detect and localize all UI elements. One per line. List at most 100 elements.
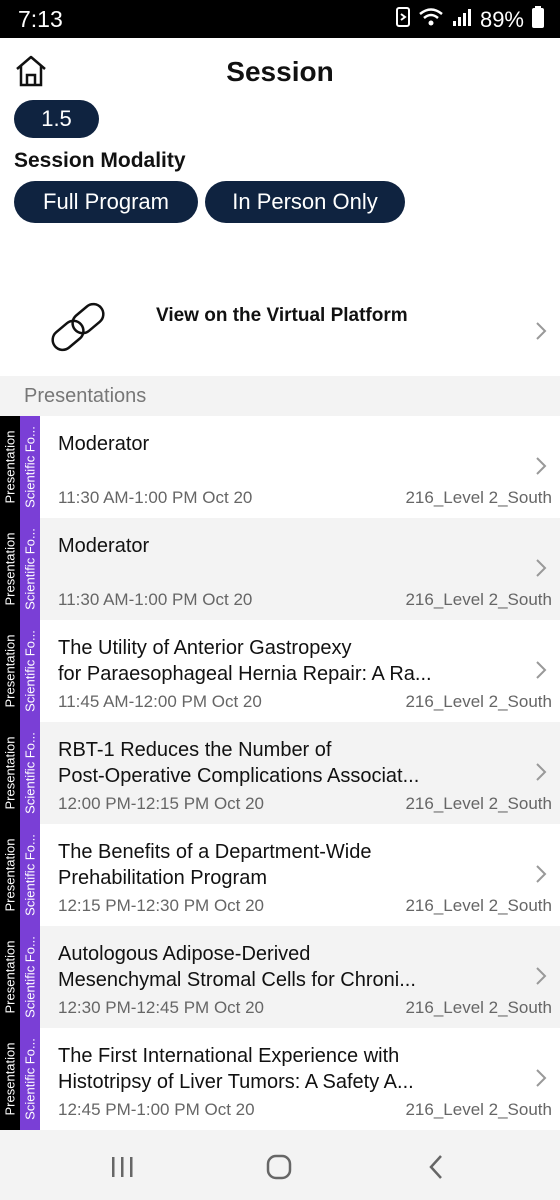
presentation-row[interactable]: Presentation Scientific Fo... Moderator 11:… [0, 518, 560, 620]
app-header: Session [0, 38, 560, 104]
presentation-title-line: Prehabilitation Program [58, 867, 267, 889]
presentation-type-tag: Presentation [0, 620, 20, 722]
presentation-type-label: Presentation [2, 532, 18, 606]
recents-icon[interactable] [108, 1152, 138, 1182]
presentation-date: Oct 20 [202, 590, 253, 609]
presentation-title-line: Moderator [58, 535, 150, 557]
battery-icon [532, 6, 544, 34]
modality-full-program[interactable]: Full Program [14, 181, 198, 223]
presentation-location: 216_Level 2_South [405, 488, 552, 507]
presentation-time-range: 12:45 PM-1:00 PM [58, 1100, 200, 1119]
presentations-list: Presentation Scientific Fo... Moderator 11:… [0, 416, 560, 1130]
presentation-date: Oct 20 [202, 488, 253, 507]
presentation-category-label: Scientific Fo... [22, 1038, 38, 1120]
presentation-type-label: Presentation [2, 1042, 18, 1116]
presentation-time: 11:30 AM-1:00 PM Oct 20 [58, 488, 252, 508]
presentation-time: 11:30 AM-1:00 PM Oct 20 [58, 590, 252, 610]
presentation-type-label: Presentation [2, 634, 18, 708]
presentation-category-label: Scientific Fo... [22, 834, 38, 916]
presentation-row[interactable]: Presentation Scientific Fo... The Benefits… [0, 824, 560, 926]
presentation-title-line: The First International Experience with [58, 1045, 400, 1067]
presentation-type-label: Presentation [2, 940, 18, 1014]
chevron-right-icon [534, 966, 548, 986]
presentation-title: Moderator [58, 533, 498, 559]
presentation-category-tag: Scientific Fo... [20, 722, 40, 824]
link-icon [44, 297, 112, 357]
presentations-section-header: Presentations [0, 376, 560, 416]
presentation-row[interactable]: Presentation Scientific Fo... Moderator 11:… [0, 416, 560, 518]
status-time: 7:13 [18, 6, 63, 32]
presentation-category-label: Scientific Fo... [22, 732, 38, 814]
page-title: Session [226, 56, 334, 87]
presentation-row[interactable]: Presentation Scientific Fo... Autologous A… [0, 926, 560, 1028]
presentation-title-line: Post-Operative Complications Associat... [58, 765, 420, 787]
presentation-title: Moderator [58, 431, 498, 457]
presentation-category-tag: Scientific Fo... [20, 1028, 40, 1130]
presentation-title: The Utility of Anterior Gastropexy for Pa… [58, 635, 498, 687]
system-nav-bar [0, 1132, 560, 1200]
session-details: 1.5 Session Modality Full Program In Per… [0, 100, 560, 379]
presentation-date: Oct 20 [204, 1100, 255, 1119]
presentation-time-range: 11:30 AM-1:00 PM [58, 488, 198, 507]
presentations-label: Presentations [24, 385, 147, 407]
presentation-title-line: for Paraesophageal Hernia Repair: A Ra..… [58, 663, 432, 685]
presentation-row[interactable]: Presentation Scientific Fo... RBT-1 Reduce… [0, 722, 560, 824]
presentation-type-tag: Presentation [0, 722, 20, 824]
presentation-title-line: RBT-1 Reduces the Number of [58, 739, 332, 761]
presentation-category-label: Scientific Fo... [22, 528, 38, 610]
presentation-date: Oct 20 [213, 794, 265, 813]
presentation-time: 12:30 PM-12:45 PM Oct 20 [58, 998, 264, 1018]
chevron-right-icon [534, 762, 548, 782]
presentation-type-label: Presentation [2, 838, 18, 912]
credit-badge: 1.5 [14, 100, 99, 138]
modality-in-person-only[interactable]: In Person Only [205, 181, 405, 223]
chevron-right-icon [534, 864, 548, 884]
presentation-category-label: Scientific Fo... [22, 936, 38, 1018]
presentation-type-label: Presentation [2, 736, 18, 810]
wifi-icon [418, 7, 444, 33]
presentation-location: 216_Level 2_South [405, 590, 552, 609]
presentation-location: 216_Level 2_South [405, 896, 552, 915]
virtual-platform-link[interactable]: View on the Virtual Platform [0, 279, 560, 379]
battery-percent: 89% [479, 7, 524, 32]
presentation-time-range: 11:30 AM-1:00 PM [58, 590, 198, 609]
presentation-title-line: Mesenchymal Stromal Cells for Chroni... [58, 969, 416, 991]
presentation-time-range: 12:00 PM-12:15 PM [58, 794, 210, 813]
presentation-row[interactable]: Presentation Scientific Fo... The Utility … [0, 620, 560, 722]
presentation-title: Autologous Adipose-Derived Mesenchymal St… [58, 941, 498, 993]
presentation-category-tag: Scientific Fo... [20, 416, 40, 518]
presentation-category-label: Scientific Fo... [22, 630, 38, 712]
nav-home-icon[interactable] [264, 1152, 294, 1182]
presentation-type-tag: Presentation [0, 824, 20, 926]
presentation-type-tag: Presentation [0, 416, 20, 518]
presentation-category-tag: Scientific Fo... [20, 926, 40, 1028]
presentation-category-tag: Scientific Fo... [20, 620, 40, 722]
presentation-type-tag: Presentation [0, 518, 20, 620]
presentation-location: 216_Level 2_South [405, 998, 552, 1017]
presentation-location: 216_Level 2_South [405, 1100, 552, 1119]
chevron-right-icon [534, 1068, 548, 1088]
presentation-time-range: 11:45 AM-12:00 PM [58, 692, 207, 711]
presentation-category-tag: Scientific Fo... [20, 824, 40, 926]
presentation-time: 12:15 PM-12:30 PM Oct 20 [58, 896, 264, 916]
presentation-category-tag: Scientific Fo... [20, 518, 40, 620]
presentation-title-line: Histotripsy of Liver Tumors: A Safety A.… [58, 1071, 414, 1093]
back-icon[interactable] [422, 1152, 452, 1182]
presentation-title-line: Autologous Adipose-Derived [58, 943, 311, 965]
chevron-right-icon [534, 456, 548, 476]
presentation-location: 216_Level 2_South [405, 794, 552, 813]
status-bar: 7:13 89% [0, 0, 560, 38]
presentation-type-tag: Presentation [0, 926, 20, 1028]
presentation-title-line: The Benefits of a Department-Wide [58, 841, 372, 863]
presentation-row[interactable]: Presentation Scientific Fo... The First In… [0, 1028, 560, 1130]
status-icons: 89% [395, 6, 544, 34]
presentation-time: 12:45 PM-1:00 PM Oct 20 [58, 1100, 255, 1120]
presentation-location: 216_Level 2_South [405, 692, 552, 711]
presentation-title: The Benefits of a Department-Wide Prehabi… [58, 839, 498, 891]
presentation-title-line: The Utility of Anterior Gastropexy [58, 637, 352, 659]
nfc-icon [395, 7, 410, 33]
presentation-type-tag: Presentation [0, 1028, 20, 1130]
presentation-title-line: Moderator [58, 433, 150, 455]
chevron-right-icon [534, 321, 548, 341]
presentation-time: 11:45 AM-12:00 PM Oct 20 [58, 692, 262, 712]
